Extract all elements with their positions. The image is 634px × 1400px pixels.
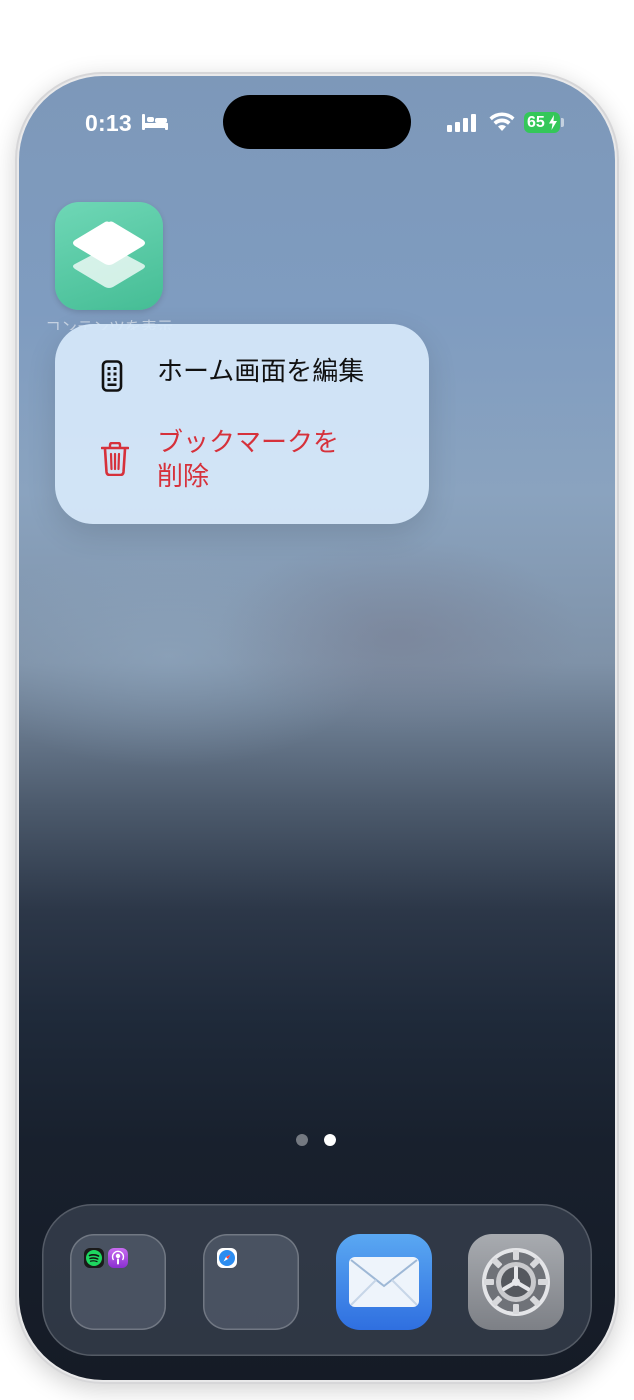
- music-folder[interactable]: [70, 1234, 166, 1330]
- edit-home-screen-item[interactable]: ホーム画面を編集: [55, 352, 429, 402]
- page-dot[interactable]: [296, 1134, 308, 1146]
- delete-bookmark-item[interactable]: ブックマークを削除: [55, 426, 429, 506]
- status-time: 0:13: [85, 110, 132, 136]
- shortcut-app-icon[interactable]: [55, 202, 163, 310]
- podcasts-icon: [108, 1248, 128, 1268]
- cellular-signal-icon: [447, 114, 476, 132]
- battery-cap: [561, 118, 564, 127]
- delete-bookmark-label: ブックマークを削除: [157, 428, 340, 492]
- safari-icon: [217, 1248, 237, 1268]
- context-menu: ホーム画面を編集 ブックマークを削除: [55, 324, 429, 524]
- mail-app-icon[interactable]: [336, 1234, 432, 1330]
- gear-icon: [482, 1248, 550, 1316]
- battery-level: 65: [527, 114, 545, 131]
- edit-home-screen-label: ホーム画面を編集: [157, 357, 365, 387]
- trash-icon: [101, 442, 129, 476]
- spotify-icon: [84, 1248, 104, 1268]
- charging-bolt-icon: [549, 115, 557, 130]
- dynamic-island: [223, 95, 411, 149]
- page-dot-current[interactable]: [324, 1134, 336, 1146]
- browser-folder[interactable]: [203, 1234, 299, 1330]
- home-screen: 0:13 65 コンテンツを表示: [19, 76, 615, 1380]
- settings-app-icon[interactable]: [468, 1234, 564, 1330]
- envelope-icon: [349, 1257, 419, 1307]
- wifi-icon: [489, 112, 515, 131]
- dock: [42, 1204, 592, 1356]
- battery-indicator: 65: [524, 112, 560, 133]
- sleep-focus-icon: [142, 114, 168, 130]
- phone-apps-icon: [101, 360, 123, 392]
- layers-icon: [73, 221, 145, 288]
